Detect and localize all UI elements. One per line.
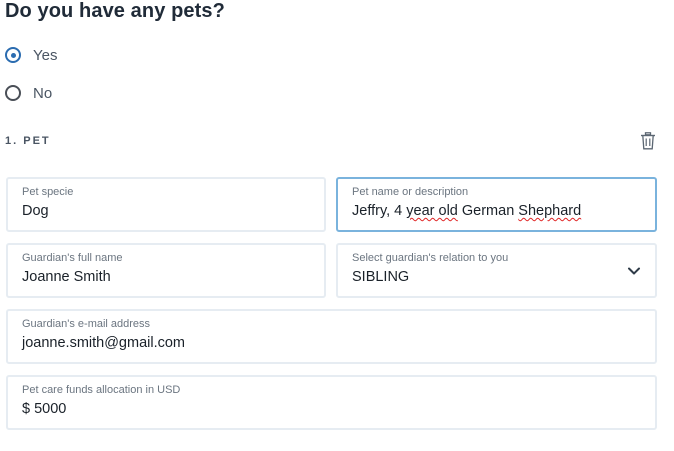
funds-label: Pet care funds allocation in USD xyxy=(22,384,181,396)
radio-option-yes[interactable]: Yes xyxy=(5,44,57,66)
guardian-name-label: Guardian's full name xyxy=(22,252,123,264)
pet-specie-value: Dog xyxy=(22,203,49,219)
pet-specie-field[interactable]: Pet specie Dog xyxy=(6,177,326,232)
pet-section-title: 1. PET xyxy=(5,135,51,147)
pet-specie-label: Pet specie xyxy=(22,186,74,198)
radio-label-no: No xyxy=(33,84,53,102)
guardian-relation-value: SIBLING xyxy=(352,269,410,285)
funds-value: $ 5000 xyxy=(22,401,67,417)
funds-field[interactable]: Pet care funds allocation in USD $ 5000 xyxy=(6,375,657,430)
guardian-name-value: Joanne Smith xyxy=(22,269,111,285)
question-title: Do you have any pets? xyxy=(5,0,225,22)
guardian-email-label: Guardian's e-mail address xyxy=(22,318,151,330)
guardian-email-field[interactable]: Guardian's e-mail address joanne.smith@g… xyxy=(6,309,657,364)
pet-name-value: Jeffry, 4 year old German Shephard xyxy=(352,203,581,219)
chevron-down-icon[interactable] xyxy=(627,266,641,276)
radio-selected-dot xyxy=(10,52,16,58)
trash-icon[interactable] xyxy=(640,132,656,150)
pet-name-label: Pet name or description xyxy=(352,186,469,198)
pet-name-text: Shephard xyxy=(518,203,582,219)
radio-button-yes[interactable] xyxy=(5,47,21,63)
radio-option-no[interactable]: No xyxy=(5,82,52,104)
pet-name-text: German xyxy=(457,203,519,219)
pet-name-text: Jeffry, 4 xyxy=(352,203,407,219)
radio-label-yes: Yes xyxy=(33,46,58,64)
guardian-email-value: joanne.smith@gmail.com xyxy=(22,335,186,351)
guardian-relation-select[interactable]: Select guardian's relation to you SIBLIN… xyxy=(336,243,657,298)
pet-name-text: year old xyxy=(406,203,458,219)
pet-name-field[interactable]: Pet name or description Jeffry, 4 year o… xyxy=(336,177,657,232)
guardian-name-field[interactable]: Guardian's full name Joanne Smith xyxy=(6,243,326,298)
guardian-relation-label: Select guardian's relation to you xyxy=(352,252,509,264)
pet-form: Do you have any pets? Yes No 1. PET Pet … xyxy=(0,0,674,451)
radio-button-no[interactable] xyxy=(5,85,21,101)
